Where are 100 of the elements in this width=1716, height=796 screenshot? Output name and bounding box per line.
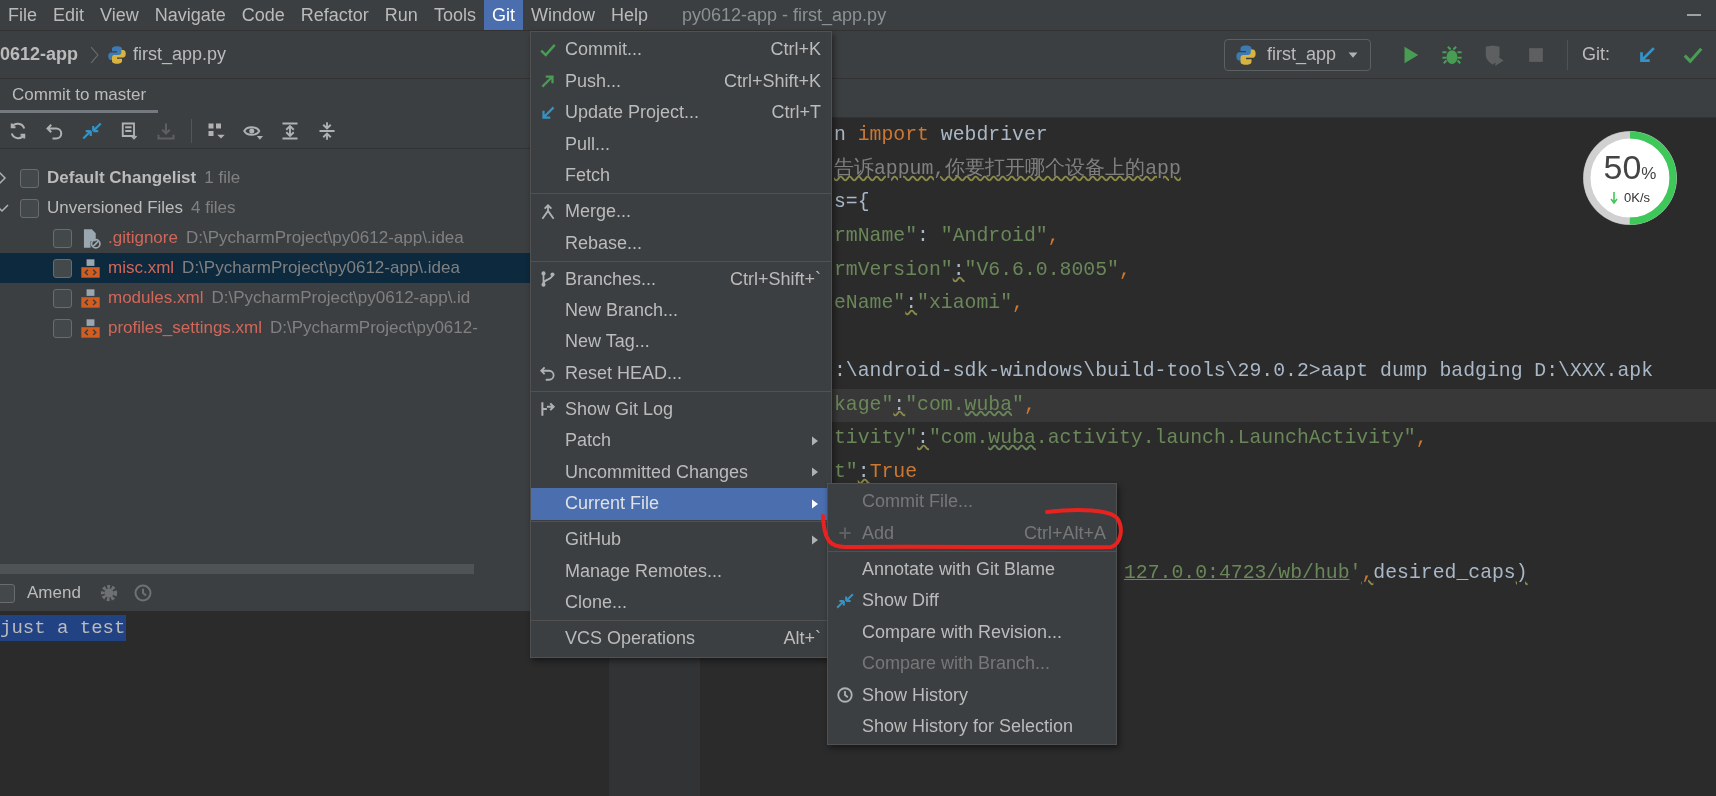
file-path: D:\PycharmProject\py0612-	[270, 318, 478, 338]
menu-item[interactable]: Compare with Revision...	[828, 616, 1116, 648]
git-log-icon	[539, 400, 557, 419]
file-count: 4 files	[191, 198, 236, 218]
menu-bar-item[interactable]: Tools	[425, 0, 484, 30]
menu-item[interactable]: New Tag...	[531, 326, 831, 358]
xml-file-icon	[80, 287, 101, 309]
changelist-name: Default Changelist	[47, 168, 197, 188]
menu-item[interactable]: Merge...	[531, 195, 831, 228]
menu-item[interactable]: Push... Ctrl+Shift+K	[531, 65, 831, 97]
breadcrumb-separator-icon	[90, 45, 100, 64]
tool-window-tab[interactable]: Commit to master	[0, 79, 159, 113]
code-line: tivity":"com.wuba.activity.launch.LaunchActivity",	[834, 426, 1428, 452]
shortcut-text: Ctrl+Alt+A	[1023, 522, 1106, 544]
menu-item[interactable]: Update Project... Ctrl+T	[531, 96, 831, 129]
refresh-icon[interactable]	[8, 120, 28, 141]
menu-item[interactable]: Show Git Log	[531, 393, 831, 426]
menu-item[interactable]: New Branch...	[531, 294, 831, 327]
menu-bar-item[interactable]: Help	[602, 0, 656, 30]
undo-icon	[539, 364, 557, 383]
code-line: rmName": "Android",	[834, 224, 1060, 250]
menu-item[interactable]: Fetch	[531, 159, 831, 192]
menu-bar-item[interactable]: Git	[483, 0, 523, 30]
checkbox[interactable]	[53, 288, 72, 308]
settings-icon[interactable]	[98, 583, 119, 603]
code-line: kage":"com.wuba",	[834, 392, 1036, 418]
code-line: n import webdriver	[834, 123, 1048, 148]
menu-item[interactable]: Uncommitted Changes	[531, 456, 831, 489]
file-name: misc.xml	[108, 258, 175, 278]
menu-item[interactable]: Clone...	[531, 587, 831, 619]
checkbox[interactable]	[53, 318, 72, 338]
bug-icon[interactable]	[1441, 43, 1463, 66]
menu-item[interactable]: Annotate with Git Blame	[828, 553, 1116, 585]
xml-file-icon	[80, 257, 101, 279]
git-label: Git:	[1582, 44, 1610, 65]
code-line: 告诉appum,你要打开哪个设备上的app	[834, 156, 1181, 182]
clock-icon	[836, 686, 854, 705]
collapse-all-icon[interactable]	[317, 120, 337, 141]
file-name: modules.xml	[108, 288, 204, 308]
menu-item[interactable]: Commit... Ctrl+K	[531, 34, 831, 66]
xml-file-icon	[80, 317, 101, 339]
menu-item[interactable]: Reset HEAD...	[531, 357, 831, 390]
menu-item[interactable]: Pull...	[531, 128, 831, 160]
shortcut-text: Ctrl+Shift+`	[729, 268, 821, 290]
download-arrow-icon	[1610, 191, 1618, 204]
amend-label: Amend	[27, 583, 81, 603]
project-breadcrumb[interactable]: 0612-app	[0, 44, 83, 65]
menu-item[interactable]: Show History for Selection	[828, 710, 1116, 743]
code-line: 127.0.0:4723/wb/hub',desired_caps)	[1124, 560, 1528, 586]
menu-item[interactable]: Show History	[828, 679, 1116, 711]
code-line: s={	[834, 190, 870, 216]
checkbox[interactable]	[0, 583, 15, 603]
menu-bar-item[interactable]: Navigate	[146, 0, 234, 30]
python-icon	[1234, 43, 1257, 66]
menu-bar-item[interactable]: Refactor	[292, 0, 377, 30]
run-configuration-dropdown[interactable]: first_app	[1223, 38, 1371, 71]
file-breadcrumb[interactable]: first_app.py	[107, 44, 231, 65]
percent-unit: %	[1641, 164, 1657, 184]
shortcut-text: Alt+`	[783, 628, 821, 650]
menu-item[interactable]: VCS Operations Alt+`	[531, 623, 831, 655]
rate-text: 0K/s	[1624, 190, 1650, 205]
file-path: D:\PycharmProject\py0612-app\.idea	[182, 258, 460, 278]
clock-icon[interactable]	[132, 583, 153, 603]
checkbox[interactable]	[20, 198, 39, 218]
file-path: D:\PycharmProject\py0612-app\.idea	[185, 228, 464, 248]
branch-icon	[539, 270, 557, 289]
checkbox[interactable]	[53, 228, 72, 248]
python-file-icon	[107, 44, 128, 65]
file-name: profiles_settings.xml	[108, 318, 262, 338]
percent-text: 50	[1603, 148, 1642, 187]
file-count: 1 file	[204, 168, 241, 188]
file-path: D:\PycharmProject\py0612-app\.id	[211, 288, 471, 308]
menu-bar-item[interactable]: File	[0, 0, 45, 30]
checkbox[interactable]	[53, 258, 72, 278]
menu-bar-item[interactable]: Run	[376, 0, 426, 30]
expand-all-icon[interactable]	[280, 120, 300, 141]
code-line: t":True	[834, 459, 918, 485]
code-line: :\android-sdk-windows\build-tools\29.0.2>aapt dump badging D:\XXX.apk	[834, 358, 1654, 384]
shortcut-text: Ctrl+K	[770, 39, 821, 61]
diff-arrows-icon	[836, 591, 854, 610]
menu-bar-item[interactable]: Window	[522, 0, 603, 30]
checkbox[interactable]	[20, 168, 39, 188]
changelist-name: Unversioned Files	[47, 198, 184, 218]
commit-message-text[interactable]: just a test	[0, 615, 127, 641]
shortcut-text: Ctrl+T	[771, 102, 821, 124]
menu-item[interactable]: Manage Remotes...	[531, 555, 831, 588]
url-link[interactable]: 127.0.0:4723/wb/hub	[1124, 561, 1350, 584]
code-line: eName":"xiaomi",	[834, 291, 1024, 317]
menu-item[interactable]: Patch	[531, 425, 831, 457]
window-title: py0612-app - first_app.py	[682, 3, 887, 28]
document-icon[interactable]	[119, 120, 139, 141]
file-name: .gitignore	[108, 228, 178, 248]
menu-item[interactable]: Show Diff	[828, 584, 1116, 617]
shortcut-text: Ctrl+Shift+K	[723, 70, 821, 92]
menu-bar-item[interactable]: Edit	[45, 0, 93, 30]
merge-icon	[539, 202, 557, 221]
menu-bar-item[interactable]: View	[92, 0, 147, 30]
diff-arrows-icon[interactable]	[82, 120, 102, 141]
menu-bar-item[interactable]: Code	[233, 0, 293, 30]
code-line: rmVersion":"V6.6.0.8005",	[834, 257, 1131, 283]
